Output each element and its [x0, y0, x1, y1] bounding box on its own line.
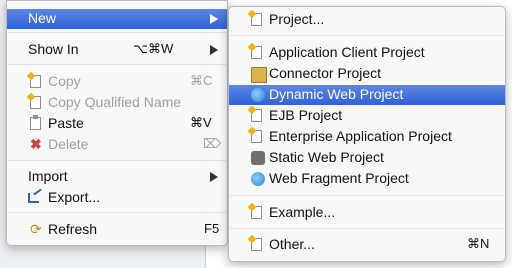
- menu-item-label: Copy Qualified Name: [48, 94, 182, 110]
- menu-item-copy[interactable]: Copy ⌘C: [7, 72, 227, 92]
- delete-icon: ✖: [30, 136, 42, 152]
- menu-separator: [230, 228, 504, 229]
- menu-separator: [8, 32, 226, 33]
- menu-item-label: Refresh: [48, 221, 98, 237]
- menu-item-application-client-project[interactable]: Application Client Project: [229, 43, 505, 63]
- submenu-arrow-icon: [210, 172, 218, 182]
- menu-item-label: Copy: [48, 73, 81, 89]
- menu-item-shortcut: ⌦: [203, 136, 222, 151]
- paste-icon: [30, 115, 41, 130]
- menu-item-shortcut: ⌥⌘W: [133, 41, 174, 56]
- other-wizard-icon: [251, 238, 262, 251]
- context-menu: New Show In ⌥⌘W Copy ⌘C Copy Qualified N…: [6, 0, 228, 246]
- example-icon: [251, 206, 262, 219]
- static-web-project-icon: [251, 151, 265, 165]
- menu-separator: [8, 64, 226, 65]
- application-client-project-icon: [251, 46, 262, 59]
- menu-item-shortcut: ⌘N: [467, 236, 490, 251]
- menu-item-example[interactable]: Example...: [229, 203, 505, 223]
- menu-item-label: Application Client Project: [269, 44, 425, 60]
- menu-item-label: Connector Project: [269, 65, 382, 81]
- menu-item-label: Export...: [48, 189, 101, 205]
- menu-item-shortcut: F5: [204, 221, 220, 236]
- new-submenu: Project... Application Client Project Co…: [228, 6, 506, 262]
- menu-item-label: Other...: [269, 236, 315, 252]
- submenu-arrow-icon: [210, 45, 218, 55]
- menu-item-web-fragment-project[interactable]: Web Fragment Project: [229, 169, 505, 189]
- refresh-icon: ⟳: [30, 221, 42, 237]
- menu-item-label: Delete: [48, 136, 89, 152]
- connector-project-icon: [251, 67, 267, 83]
- menu-separator: [230, 35, 504, 36]
- menu-item-label: Show In: [28, 41, 79, 57]
- menu-item-shortcut: ⌘V: [190, 115, 212, 130]
- menu-item-paste[interactable]: Paste ⌘V: [7, 114, 227, 134]
- submenu-arrow-icon: [210, 14, 218, 24]
- copy-icon: [30, 75, 41, 88]
- menu-item-label: Paste: [48, 115, 84, 131]
- menu-item-shortcut: ⌘C: [190, 73, 213, 88]
- menu-separator: [8, 160, 226, 161]
- web-fragment-project-icon: [251, 172, 265, 186]
- menu-item-ejb-project[interactable]: EJB Project: [229, 106, 505, 126]
- menu-item-enterprise-application-project[interactable]: Enterprise Application Project: [229, 127, 505, 147]
- menu-item-label: Enterprise Application Project: [269, 128, 452, 144]
- menu-item-label: Static Web Project: [269, 149, 384, 165]
- menu-item-label: Project...: [269, 11, 325, 27]
- menu-item-delete[interactable]: ✖ Delete ⌦: [7, 135, 227, 155]
- menu-item-label: EJB Project: [269, 107, 343, 123]
- menu-item-static-web-project[interactable]: Static Web Project: [229, 148, 505, 168]
- menu-item-label: Example...: [269, 204, 336, 220]
- menu-item-other[interactable]: Other... ⌘N: [229, 235, 505, 255]
- menu-item-label: New: [28, 10, 57, 26]
- new-project-icon: [251, 13, 262, 26]
- menu-item-project[interactable]: Project...: [229, 10, 505, 30]
- menu-item-show-in[interactable]: Show In ⌥⌘W: [7, 40, 227, 60]
- menu-item-copy-qualified-name[interactable]: Copy Qualified Name: [7, 93, 227, 113]
- copy-qualified-name-icon: [30, 96, 41, 109]
- menu-item-export[interactable]: Export...: [7, 188, 227, 208]
- menu-item-refresh[interactable]: ⟳ Refresh F5: [7, 220, 227, 240]
- ejb-project-icon: [251, 109, 262, 122]
- menu-separator: [8, 212, 226, 213]
- menu-item-dynamic-web-project[interactable]: Dynamic Web Project: [229, 85, 505, 105]
- dynamic-web-project-icon: [251, 88, 265, 102]
- menu-item-label: Import: [28, 168, 68, 184]
- export-icon: [28, 193, 39, 203]
- menu-item-label: Dynamic Web Project: [269, 86, 404, 102]
- menu-item-label: Web Fragment Project: [269, 170, 409, 186]
- menu-item-new[interactable]: New: [7, 9, 227, 29]
- menu-item-connector-project[interactable]: Connector Project: [229, 64, 505, 84]
- menu-separator: [230, 195, 504, 196]
- enterprise-application-project-icon: [251, 130, 262, 143]
- menu-item-import[interactable]: Import: [7, 167, 227, 187]
